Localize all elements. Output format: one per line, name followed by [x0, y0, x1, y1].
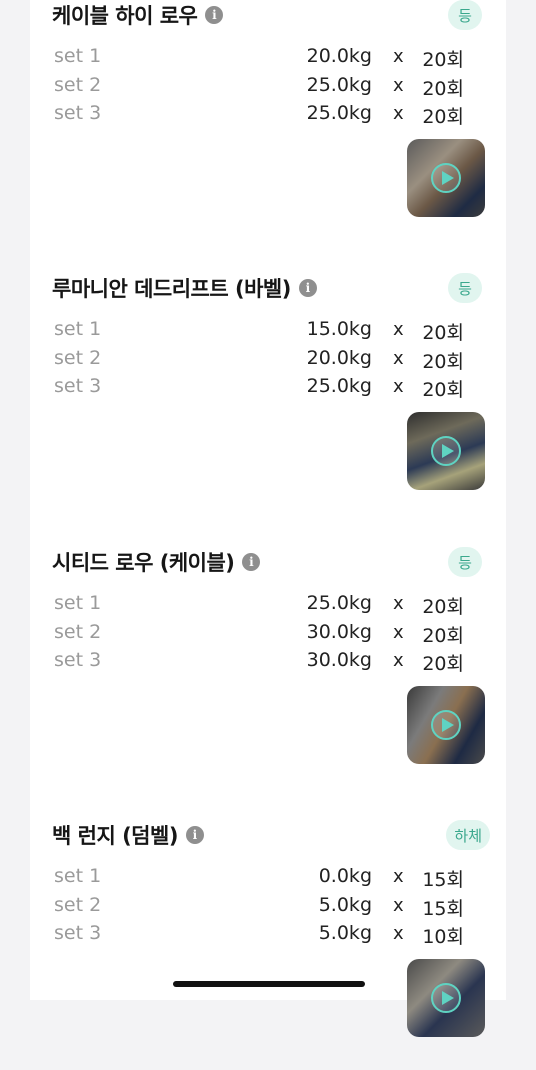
set-weight: 30.0kg — [306, 649, 372, 671]
set-label: set 3 — [54, 922, 102, 944]
times-sign: x — [393, 75, 404, 96]
set-row: set 1 0.0kg x 15회 — [54, 863, 484, 891]
play-icon[interactable] — [431, 436, 461, 466]
set-row: set 3 30.0kg x 20회 — [54, 647, 484, 675]
set-label: set 1 — [54, 592, 102, 614]
set-weight: 15.0kg — [306, 318, 372, 340]
exercise-header: 케이블 하이 로우 i — [52, 0, 224, 30]
set-weight: 5.0kg — [318, 922, 372, 944]
set-row: set 1 20.0kg x 20회 — [54, 43, 484, 71]
set-reps: 15회 — [422, 898, 464, 920]
exercise-title: 케이블 하이 로우 — [52, 4, 198, 28]
set-row: set 2 5.0kg x 15회 — [54, 892, 484, 920]
exercise-block: 케이블 하이 로우 i 등 set 1 20.0kg x 20회 set 2 2… — [30, 0, 506, 250]
set-row: set 1 15.0kg x 20회 — [54, 316, 484, 344]
workout-card: 케이블 하이 로우 i 등 set 1 20.0kg x 20회 set 2 2… — [30, 0, 506, 1037]
muscle-tag: 등 — [448, 547, 482, 577]
info-icon[interactable]: i — [205, 6, 224, 24]
set-label: set 3 — [54, 649, 102, 671]
times-sign: x — [393, 622, 404, 643]
video-thumbnail[interactable] — [407, 139, 485, 217]
set-row: set 1 25.0kg x 20회 — [54, 590, 484, 618]
exercise-block: 시티드 로우 (케이블) i 등 set 1 25.0kg x 20회 set … — [30, 547, 506, 797]
times-sign: x — [393, 866, 404, 887]
times-sign: x — [393, 103, 404, 124]
set-weight: 5.0kg — [318, 894, 372, 916]
exercise-header: 시티드 로우 (케이블) i — [52, 547, 261, 577]
exercise-title: 백 런지 (덤벨) — [52, 824, 178, 848]
set-weight: 25.0kg — [306, 74, 372, 96]
exercise-block: 루마니안 데드리프트 (바벨) i 등 set 1 15.0kg x 20회 s… — [30, 273, 506, 523]
info-icon[interactable]: i — [185, 826, 204, 844]
times-sign: x — [393, 46, 404, 67]
set-reps: 10회 — [422, 926, 464, 948]
set-reps: 20회 — [422, 322, 464, 344]
set-label: set 1 — [54, 45, 102, 67]
set-reps: 20회 — [422, 49, 464, 71]
exercise-title: 시티드 로우 (케이블) — [52, 551, 235, 575]
exercise-block: 백 런지 (덤벨) i 하체 set 1 0.0kg x 15회 set 2 5… — [30, 820, 506, 1070]
set-reps: 20회 — [422, 351, 464, 373]
set-reps: 20회 — [422, 78, 464, 100]
play-icon[interactable] — [431, 710, 461, 740]
set-reps: 20회 — [422, 596, 464, 618]
set-row: set 3 25.0kg x 20회 — [54, 373, 484, 401]
set-weight: 20.0kg — [306, 45, 372, 67]
exercise-header: 백 런지 (덤벨) i — [52, 820, 204, 850]
set-label: set 1 — [54, 318, 102, 340]
times-sign: x — [393, 923, 404, 944]
set-label: set 1 — [54, 865, 102, 887]
play-icon[interactable] — [431, 983, 461, 1013]
set-label: set 2 — [54, 74, 102, 96]
times-sign: x — [393, 650, 404, 671]
set-reps: 20회 — [422, 106, 464, 128]
set-row: set 3 25.0kg x 20회 — [54, 100, 484, 128]
set-weight: 25.0kg — [306, 102, 372, 124]
set-label: set 2 — [54, 894, 102, 916]
video-thumbnail[interactable] — [407, 959, 485, 1037]
set-reps: 20회 — [422, 625, 464, 647]
info-icon[interactable]: i — [242, 553, 261, 571]
set-label: set 2 — [54, 347, 102, 369]
set-weight: 25.0kg — [306, 592, 372, 614]
times-sign: x — [393, 895, 404, 916]
times-sign: x — [393, 348, 404, 369]
muscle-tag: 등 — [448, 0, 482, 30]
set-weight: 25.0kg — [306, 375, 372, 397]
set-reps: 20회 — [422, 379, 464, 401]
set-label: set 2 — [54, 621, 102, 643]
set-row: set 2 25.0kg x 20회 — [54, 72, 484, 100]
exercise-header: 루마니안 데드리프트 (바벨) i — [52, 273, 317, 303]
set-reps: 15회 — [422, 869, 464, 891]
set-weight: 30.0kg — [306, 621, 372, 643]
play-icon[interactable] — [431, 163, 461, 193]
times-sign: x — [393, 593, 404, 614]
set-row: set 2 30.0kg x 20회 — [54, 619, 484, 647]
set-label: set 3 — [54, 102, 102, 124]
video-thumbnail[interactable] — [407, 686, 485, 764]
info-icon[interactable]: i — [298, 279, 317, 297]
home-indicator[interactable] — [173, 981, 365, 987]
set-row: set 3 5.0kg x 10회 — [54, 920, 484, 948]
set-label: set 3 — [54, 375, 102, 397]
video-thumbnail[interactable] — [407, 412, 485, 490]
set-row: set 2 20.0kg x 20회 — [54, 345, 484, 373]
muscle-tag: 하체 — [446, 820, 490, 850]
set-weight: 20.0kg — [306, 347, 372, 369]
times-sign: x — [393, 319, 404, 340]
exercise-title: 루마니안 데드리프트 (바벨) — [52, 277, 291, 301]
set-weight: 0.0kg — [318, 865, 372, 887]
muscle-tag: 등 — [448, 273, 482, 303]
set-reps: 20회 — [422, 653, 464, 675]
times-sign: x — [393, 376, 404, 397]
